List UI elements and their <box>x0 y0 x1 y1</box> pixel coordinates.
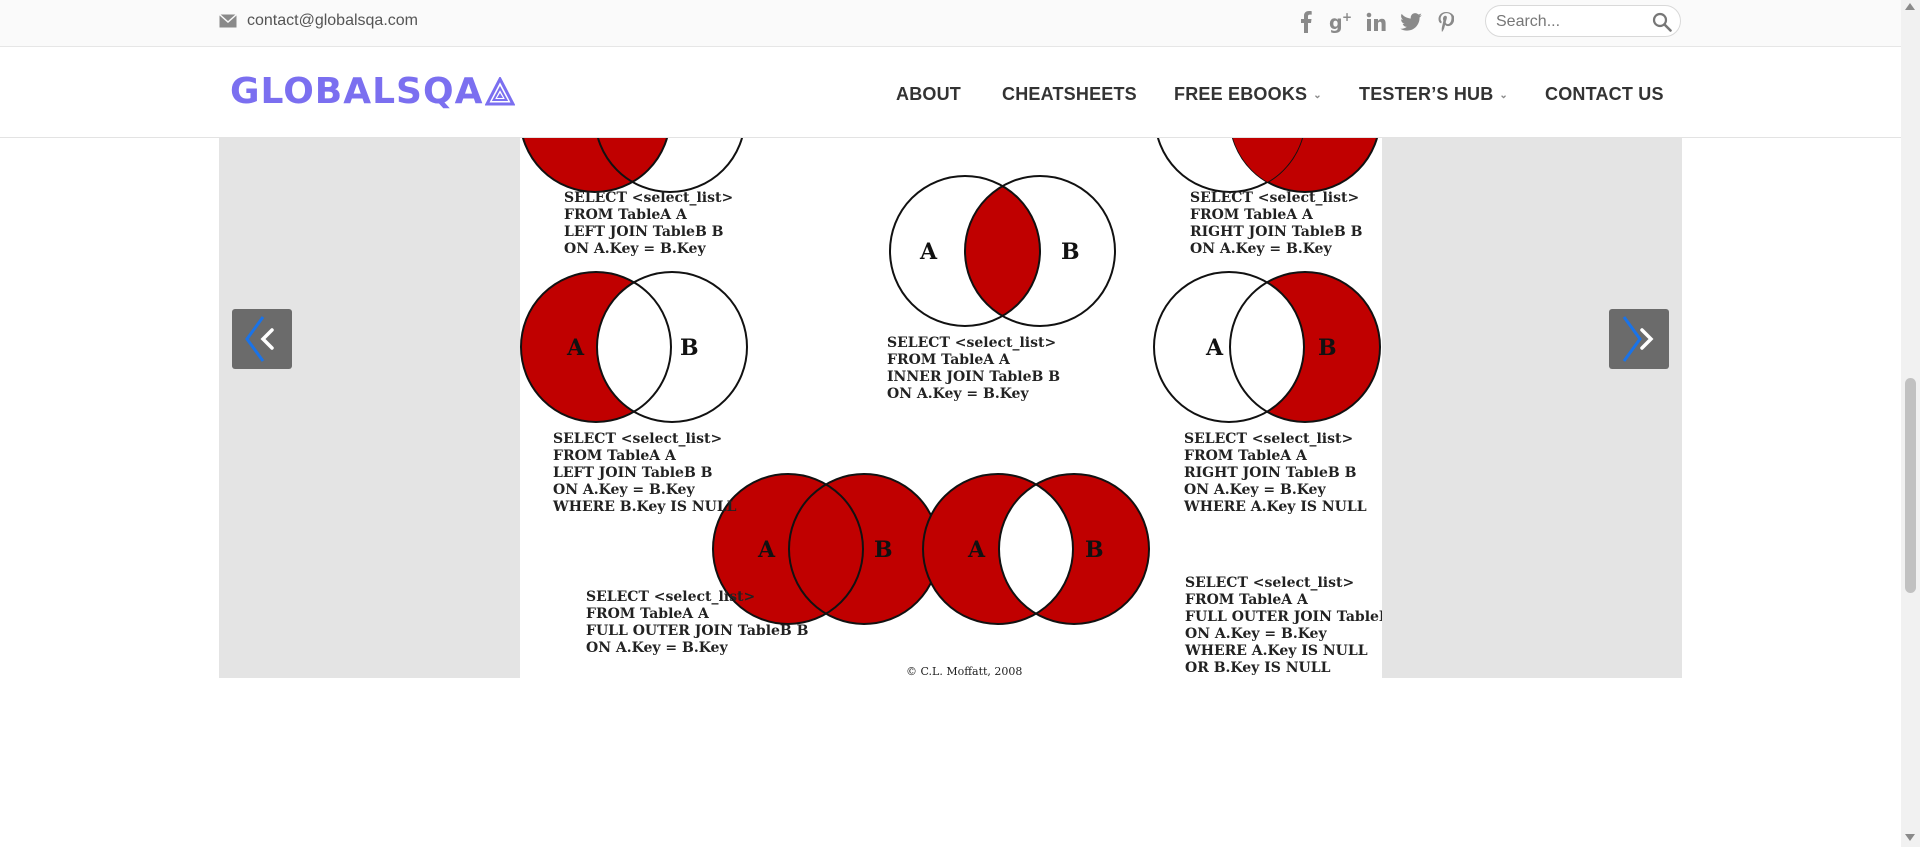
svg-text:A: A <box>1205 335 1224 361</box>
mail-icon <box>219 14 237 28</box>
search-icon[interactable] <box>1652 12 1672 32</box>
sql-inner-join: SELECT <select_list> FROM TableA A INNER… <box>887 335 1065 402</box>
logo-triangle-icon <box>485 76 516 105</box>
svg-text:g: g <box>1329 12 1343 33</box>
nav-about[interactable]: ABOUT <box>896 84 961 105</box>
sql-joins-diagram: A B A B A B A B A B SELECT <select_list>… <box>520 137 1408 678</box>
venn-inner-join: A B <box>889 175 1116 327</box>
svg-text:B: B <box>1061 239 1080 265</box>
svg-text:A: A <box>967 537 986 563</box>
venn-right-join-null: A B <box>1153 271 1381 423</box>
linkedin-icon[interactable] <box>1364 10 1388 34</box>
sql-right-join-null: SELECT <select_list> FROM TableA A RIGHT… <box>1183 431 1367 515</box>
google-plus-icon[interactable]: g + <box>1329 10 1353 34</box>
scroll-up-arrow-icon[interactable] <box>1905 3 1915 10</box>
contact-email-link[interactable]: contact@globalsqa.com <box>247 12 418 30</box>
nav-contact-us[interactable]: CONTACT US <box>1545 84 1664 105</box>
facebook-icon[interactable] <box>1294 10 1318 34</box>
top-contact-bar: contact@globalsqa.com g + <box>0 0 1901 47</box>
svg-text:B: B <box>1318 335 1337 361</box>
svg-text:A: A <box>757 537 776 563</box>
svg-text:A: A <box>566 335 585 361</box>
venn-diagram-canvas: A B A B A B A B A B SELECT <select_list>… <box>520 137 1408 678</box>
image-slider: A B A B A B A B A B SELECT <select_list>… <box>219 137 1682 678</box>
scroll-down-arrow-icon[interactable] <box>1905 834 1915 841</box>
venn-left-join-null: A B <box>520 271 748 423</box>
search-input[interactable] <box>1494 10 1648 34</box>
sql-left-join-null: SELECT <select_list> FROM TableA A LEFT … <box>552 431 737 515</box>
venn-full-outer-join-null: A B <box>922 473 1150 625</box>
site-header: GLOBALSQA ABOUT CHEATSHEETS FREE EBOOKS ⌄… <box>0 47 1901 138</box>
sql-right-join-top: SELECT <select_list> FROM TableA A RIGHT… <box>1190 190 1367 257</box>
venn-right-join-top <box>1156 137 1379 193</box>
site-logo[interactable]: GLOBALSQA <box>230 71 516 112</box>
sql-left-join-top: SELECT <select_list> FROM TableA A LEFT … <box>564 190 738 257</box>
page-scrollbar[interactable] <box>1901 0 1920 847</box>
chevron-right-icon <box>1622 316 1654 362</box>
nav-free-ebooks[interactable]: FREE EBOOKS ⌄ <box>1174 84 1322 105</box>
slider-next-button[interactable] <box>1609 309 1669 369</box>
search-box <box>1485 5 1681 37</box>
chevron-down-icon: ⌄ <box>1313 89 1322 101</box>
diagram-copyright: © C.L. Moffatt, 2008 <box>906 665 1022 678</box>
svg-text:B: B <box>1085 537 1104 563</box>
sql-full-outer-join-null: SELECT <select_list> FROM TableA A FULL … <box>1184 575 1382 676</box>
chevron-down-icon: ⌄ <box>1499 89 1509 101</box>
nav-testers-hub[interactable]: TESTER’S HUB ⌄ <box>1359 84 1508 105</box>
chevron-left-icon <box>245 316 274 362</box>
venn-left-join-top <box>521 137 744 193</box>
svg-text:B: B <box>680 335 699 361</box>
logo-text: GLOBALSQA <box>230 71 484 112</box>
svg-text:A: A <box>919 239 938 265</box>
svg-text:+: + <box>1342 11 1352 24</box>
scrollbar-thumb[interactable] <box>1905 378 1916 593</box>
nav-cheatsheets[interactable]: CHEATSHEETS <box>1002 84 1137 105</box>
twitter-icon[interactable] <box>1399 10 1423 34</box>
slider-prev-button[interactable] <box>232 309 292 369</box>
pinterest-icon[interactable] <box>1434 10 1458 34</box>
svg-text:B: B <box>874 537 893 563</box>
